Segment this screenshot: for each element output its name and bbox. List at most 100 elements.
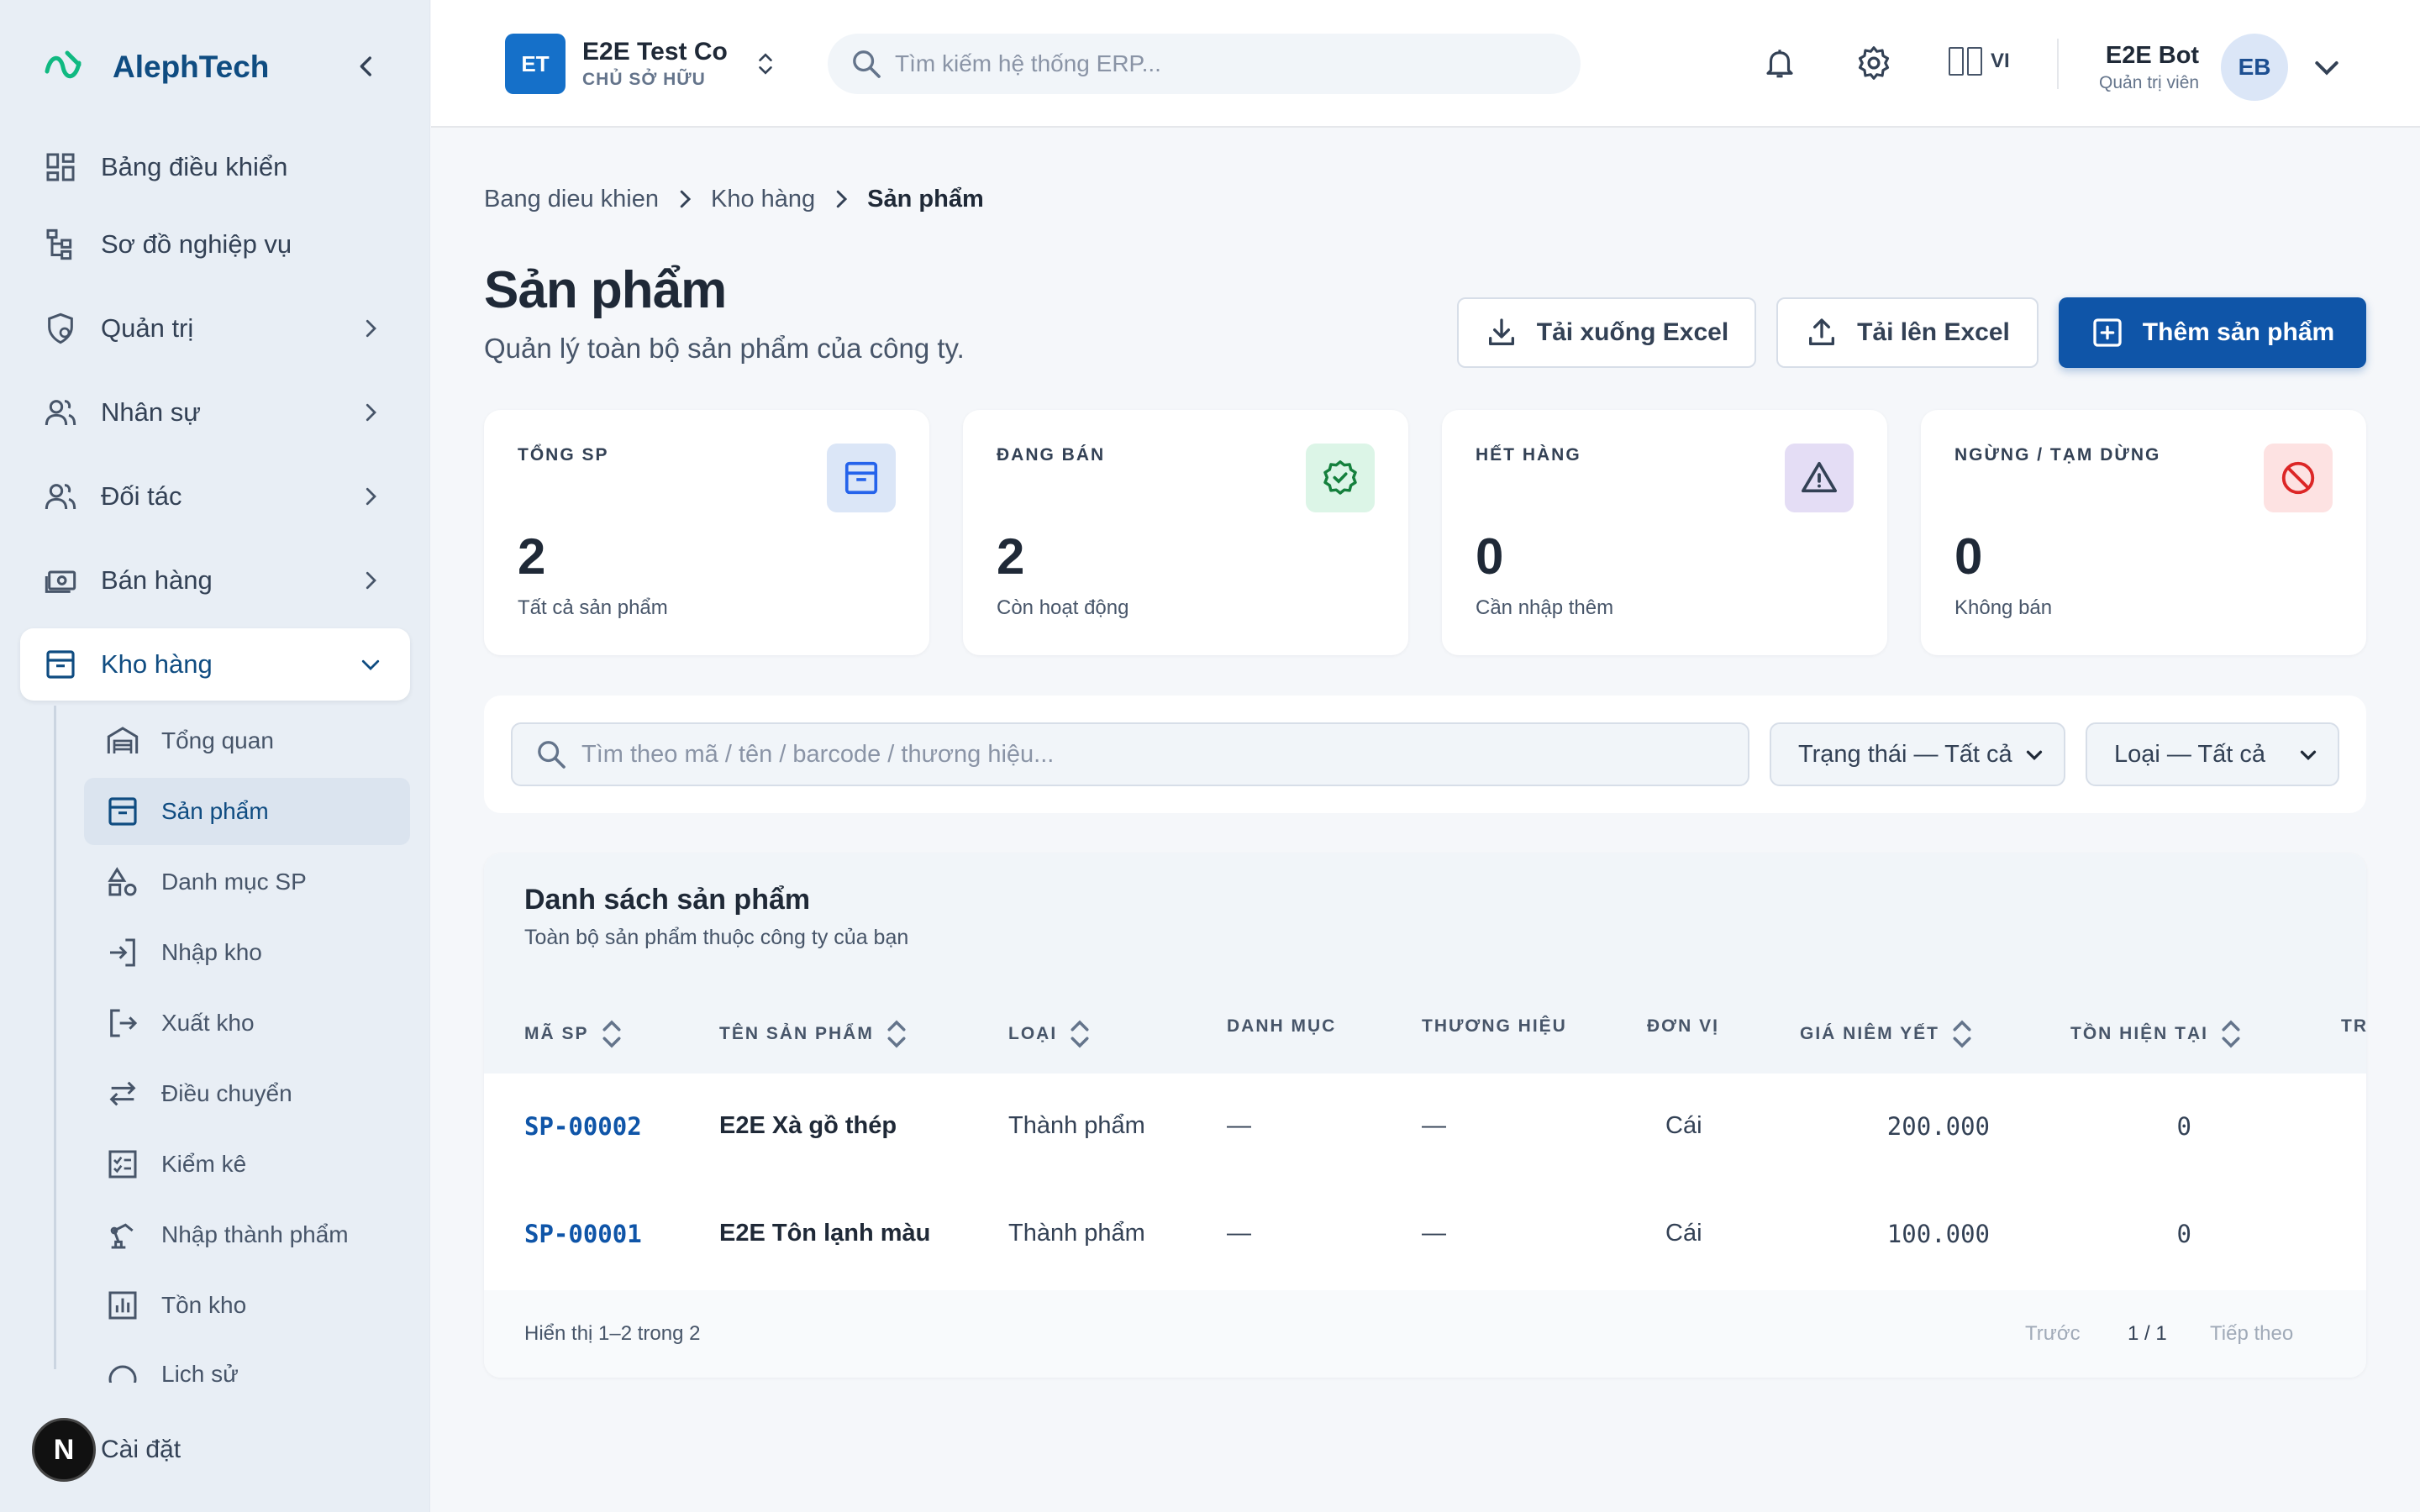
sidebar-subitem-overview[interactable]: Tổng quan	[84, 707, 410, 774]
column-label: THƯƠNG HIỆU	[1422, 1016, 1567, 1036]
sidebar-subitem-finished-goods[interactable]: Nhập thành phẩm	[84, 1201, 410, 1268]
column-header-name[interactable]: TÊN SẢN PHẨM	[719, 1016, 908, 1052]
user-role: Quản trị viên	[2099, 72, 2200, 92]
product-search[interactable]	[511, 722, 1749, 786]
collapse-sidebar-button[interactable]	[348, 45, 385, 87]
column-header-status: TR	[2341, 1016, 2366, 1037]
sidebar-subitem-transfer[interactable]: Điều chuyển	[84, 1060, 410, 1127]
column-header-code[interactable]: MÃ SP	[524, 1016, 623, 1052]
stat-label: TỔNG SP	[518, 445, 609, 465]
sidebar-subitem-stock-in[interactable]: Nhập kho	[84, 919, 410, 986]
stat-value: 2	[518, 528, 546, 585]
divider	[2057, 39, 2059, 89]
company-role: CHỦ SỞ HỮU	[582, 70, 706, 89]
download-excel-button[interactable]: Tải xuống Excel	[1457, 297, 1756, 368]
sidebar-settings[interactable]: N Cài đặt	[32, 1418, 181, 1482]
notifications-button[interactable]	[1759, 42, 1801, 84]
breadcrumb-current: Sản phẩm	[867, 185, 984, 213]
product-type: Thành phẩm	[1008, 1112, 1145, 1139]
company-switcher[interactable]: ET E2E Test Co CHỦ SỞ HỮU	[505, 34, 778, 94]
add-product-button[interactable]: Thêm sản phẩm	[2059, 297, 2366, 368]
column-header-stock[interactable]: TỒN HIỆN TẠI	[2070, 1016, 2242, 1052]
chevron-down-icon	[2315, 61, 2338, 76]
history-icon	[104, 1361, 141, 1383]
login-icon	[104, 934, 141, 971]
type-filter-select[interactable]: Loại — Tất cả	[2086, 722, 2339, 786]
bell-icon	[1766, 50, 1793, 78]
stat-value: 2	[997, 528, 1025, 585]
product-search-input[interactable]	[581, 740, 1724, 769]
sidebar-item-admin[interactable]: Quản trị	[20, 292, 410, 365]
column-label: ĐƠN VỊ	[1647, 1016, 1719, 1036]
page-indicator: 1 / 1	[2128, 1322, 2167, 1345]
sidebar-subitem-label: Nhập kho	[161, 939, 262, 965]
sidebar-item-sales[interactable]: Bán hàng	[20, 544, 410, 617]
company-name: E2E Test Co	[582, 38, 728, 66]
sidebar-subitem-history[interactable]: Lịch sử	[84, 1357, 410, 1383]
robot-arm-icon	[104, 1216, 141, 1253]
product-brand: —	[1422, 1220, 1446, 1247]
stat-label: HẾT HÀNG	[1476, 445, 1581, 465]
table-row[interactable]: SP-00001 E2E Tôn lạnh màu Thành phẩm — —…	[484, 1181, 2366, 1289]
breadcrumb-link-warehouse[interactable]: Kho hàng	[711, 186, 815, 213]
table-row[interactable]: SP-00002 E2E Xà gồ thép Thành phẩm — — C…	[484, 1074, 2366, 1181]
shapes-icon	[104, 864, 141, 900]
sidebar-item-partners[interactable]: Đối tác	[20, 460, 410, 533]
settings-button[interactable]	[1853, 42, 1895, 84]
sidebar-subitem-stock-out[interactable]: Xuất kho	[84, 990, 410, 1057]
sort-icon	[1953, 1020, 1971, 1048]
upload-excel-button[interactable]: Tải lên Excel	[1776, 297, 2039, 368]
product-code-link[interactable]: SP-00002	[524, 1112, 642, 1141]
column-label: TÊN SẢN PHẨM	[719, 1024, 874, 1043]
sidebar-subitem-stock-levels[interactable]: Tồn kho	[84, 1272, 410, 1339]
stat-note: Không bán	[1954, 596, 2053, 619]
user-name: E2E Bot	[2105, 41, 2200, 69]
checklist-icon	[104, 1146, 141, 1183]
status-filter-select[interactable]: Trạng thái — Tất cả	[1770, 722, 2065, 786]
previous-page-button[interactable]: Trước	[2025, 1322, 2081, 1346]
language-switcher[interactable]: VI	[1949, 47, 2010, 76]
chevron-down-icon	[2300, 750, 2317, 761]
sidebar-item-warehouse[interactable]: Kho hàng	[20, 628, 410, 701]
global-search-input[interactable]	[895, 50, 1550, 77]
sort-icon	[602, 1020, 621, 1048]
column-label: GIÁ NIÊM YẾT	[1800, 1024, 1939, 1043]
sidebar-subitem-inventory-check[interactable]: Kiểm kê	[84, 1131, 410, 1198]
download-excel-label: Tải xuống Excel	[1536, 318, 1729, 346]
upload-icon	[1809, 318, 1835, 345]
type-filter-value: Loại — Tất cả	[2114, 740, 2266, 768]
sidebar-item-dashboard[interactable]: Bảng điều khiển	[20, 131, 410, 203]
next-dev-badge[interactable]: N	[32, 1418, 96, 1482]
sidebar-subitem-products[interactable]: Sản phẩm	[84, 778, 410, 845]
stat-card-total: TỔNG SP 2 Tất cả sản phẩm	[484, 410, 929, 655]
upload-excel-label: Tải lên Excel	[1857, 318, 2010, 346]
sidebar-item-hr[interactable]: Nhân sự	[20, 376, 410, 449]
stat-note: Cần nhập thêm	[1476, 596, 1614, 619]
company-avatar: ET	[505, 34, 566, 94]
list-subtitle: Toàn bộ sản phẩm thuộc công ty của bạn	[524, 926, 909, 949]
list-title: Danh sách sản phẩm	[524, 884, 811, 916]
sidebar-item-label: Nhân sự	[101, 397, 201, 427]
next-page-button[interactable]: Tiếp theo	[2210, 1322, 2293, 1346]
breadcrumb-link-dashboard[interactable]: Bang dieu khien	[484, 186, 659, 213]
sidebar-subitem-label: Kiểm kê	[161, 1151, 247, 1177]
product-name: E2E Xà gồ thép	[719, 1112, 897, 1139]
column-header-type[interactable]: LOẠI	[1008, 1016, 1091, 1052]
page-subtitle: Quản lý toàn bộ sản phẩm của công ty.	[484, 333, 965, 364]
sidebar-subitem-label: Nhập thành phẩm	[161, 1221, 349, 1247]
column-header-list-price[interactable]: GIÁ NIÊM YẾT	[1800, 1016, 1973, 1052]
stat-card-out-of-stock: HẾT HÀNG 0 Cần nhập thêm	[1442, 410, 1887, 655]
sidebar-subitem-categories[interactable]: Danh mục SP	[84, 848, 410, 916]
brand[interactable]: AlephTech	[42, 42, 269, 92]
sidebar-item-label: Kho hàng	[101, 649, 213, 679]
global-search[interactable]	[828, 34, 1581, 94]
product-code-link[interactable]: SP-00001	[524, 1220, 642, 1248]
sidebar-subitem-label: Điều chuyển	[161, 1080, 292, 1106]
language-icon	[1949, 47, 1982, 76]
user-menu[interactable]: E2E Bot Quản trị viên EB	[2099, 34, 2344, 101]
sidebar-subitem-label: Xuất kho	[161, 1010, 255, 1036]
sidebar-item-business-map[interactable]: Sơ đồ nghiệp vụ	[20, 208, 410, 281]
admin-icon	[42, 310, 79, 347]
filter-bar: Trạng thái — Tất cả Loại — Tất cả	[484, 696, 2366, 813]
sidebar-subitem-label: Tổng quan	[161, 727, 274, 753]
